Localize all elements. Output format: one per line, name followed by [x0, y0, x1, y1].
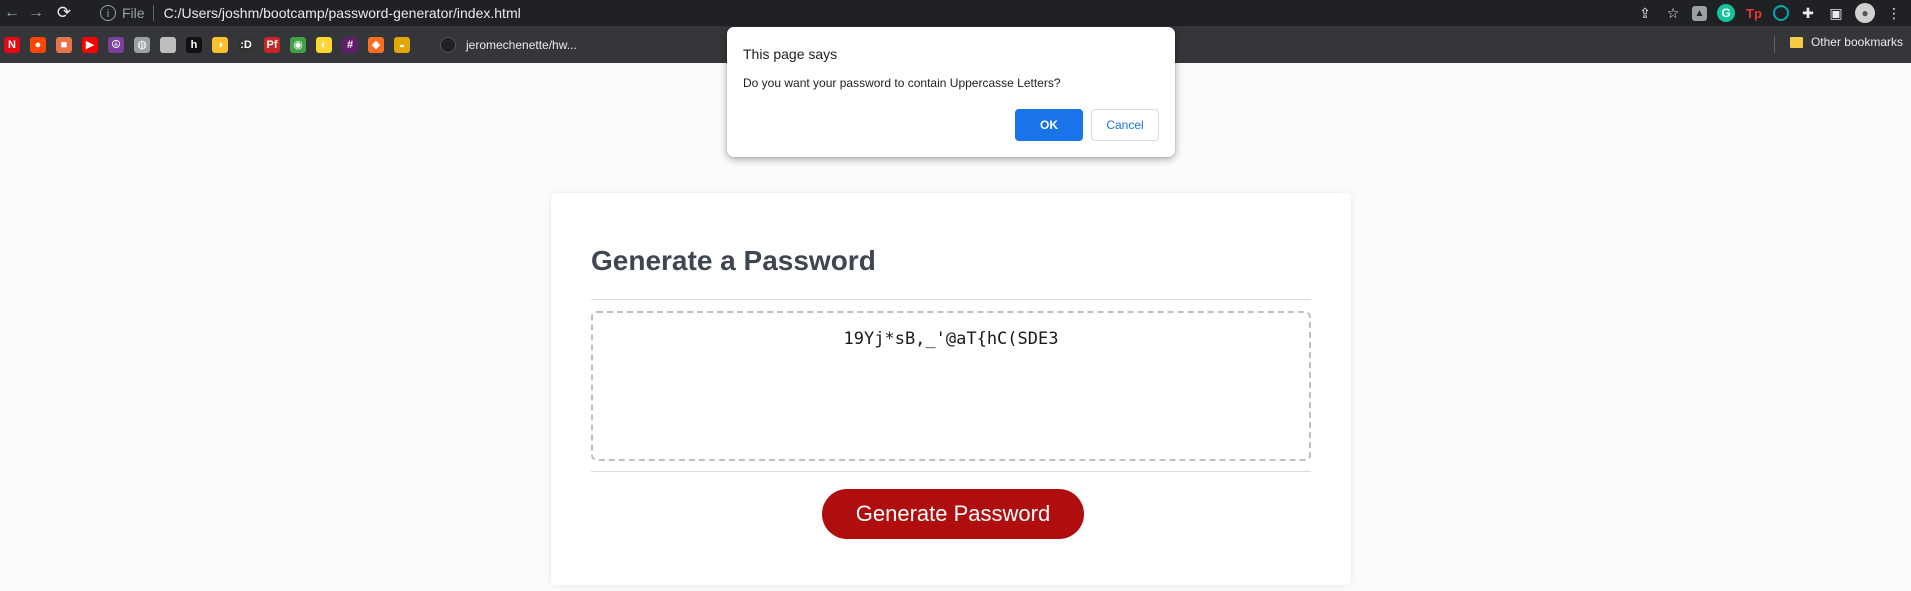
bookmark-16-icon[interactable]: ◒ — [394, 36, 410, 53]
header-divider — [591, 299, 1311, 300]
bookmark-pf-icon[interactable]: Pf — [264, 36, 280, 53]
puzzle-icon[interactable]: ✚ — [1799, 4, 1817, 22]
slack-icon[interactable]: # — [342, 36, 358, 53]
gitlab-icon[interactable]: ◆ — [368, 36, 384, 53]
bookmark-h-icon[interactable]: h — [186, 36, 202, 53]
other-bookmarks[interactable]: Other bookmarks — [1789, 35, 1903, 49]
info-icon[interactable]: i — [100, 5, 116, 21]
side-panel-icon[interactable]: ▣ — [1827, 4, 1845, 22]
folder-icon — [1789, 36, 1803, 48]
forward-icon[interactable]: → — [24, 4, 48, 22]
bookmark-13-icon[interactable]: ◐ — [316, 36, 332, 53]
address-divider — [152, 5, 154, 21]
bookmark-github[interactable]: jeromechenette/hw... — [466, 38, 577, 52]
scheme-label: File — [122, 5, 145, 21]
dialog-message: Do you want your password to contain Upp… — [743, 76, 1061, 90]
youtube-icon[interactable]: ▶ — [82, 36, 98, 53]
github-icon[interactable] — [440, 36, 456, 53]
address-bar[interactable]: i File C:/Users/joshm/bootcamp/password-… — [100, 2, 1470, 24]
tp-extension-icon[interactable]: Tp — [1745, 4, 1763, 22]
back-icon[interactable]: ← — [0, 4, 24, 22]
page-title: Generate a Password — [591, 245, 876, 276]
bookmark-5-icon[interactable]: ☮ — [108, 36, 124, 53]
reddit-icon[interactable]: ● — [30, 36, 46, 53]
menu-icon[interactable]: ⋮ — [1885, 4, 1903, 22]
avatar[interactable]: ● — [1855, 3, 1875, 23]
password-textarea[interactable]: 19Yj*sB,_'@aT{hC(SDE3 — [591, 311, 1311, 461]
grammarly-icon[interactable]: G — [1717, 4, 1735, 22]
bookmark-d-icon[interactable]: :D — [238, 36, 254, 53]
footer-divider — [591, 471, 1311, 472]
extension-icon[interactable]: ▲ — [1692, 5, 1707, 21]
bookmark-9-icon[interactable]: ◑ — [212, 36, 228, 53]
toolbar-actions: ⇪ ☆ ▲ G Tp ✚ ▣ ● ⋮ — [1636, 2, 1903, 24]
password-card: Generate a Password 19Yj*sB,_'@aT{hC(SDE… — [551, 193, 1351, 585]
confirm-dialog: This page says Do you want your password… — [727, 27, 1175, 157]
url-text[interactable]: C:/Users/joshm/bootcamp/password-generat… — [164, 5, 521, 21]
bookmark-icons: N ● ■ ▶ ☮ ◍ h ◑ :D Pf ◉ ◐ # ◆ ◒ — [0, 36, 410, 53]
bookmarks-divider — [1774, 36, 1775, 53]
browser-toolbar: ← → ⟳ i File C:/Users/joshm/bootcamp/pas… — [0, 0, 1911, 26]
reload-icon[interactable]: ⟳ — [52, 3, 76, 23]
apple-icon[interactable] — [160, 36, 176, 53]
globe-icon[interactable]: ◍ — [134, 36, 150, 53]
other-bookmarks-label: Other bookmarks — [1810, 35, 1903, 49]
ok-button[interactable]: OK — [1015, 109, 1083, 141]
bookmark-3-icon[interactable]: ■ — [56, 36, 72, 53]
share-icon[interactable]: ⇪ — [1636, 4, 1654, 22]
dialog-title: This page says — [743, 46, 838, 62]
ring-extension-icon[interactable] — [1773, 5, 1789, 21]
bookmark-12-icon[interactable]: ◉ — [290, 36, 306, 53]
generate-password-button[interactable]: Generate Password — [822, 489, 1084, 539]
cancel-button[interactable]: Cancel — [1091, 109, 1159, 141]
star-icon[interactable]: ☆ — [1664, 4, 1682, 22]
netflix-icon[interactable]: N — [4, 36, 20, 53]
